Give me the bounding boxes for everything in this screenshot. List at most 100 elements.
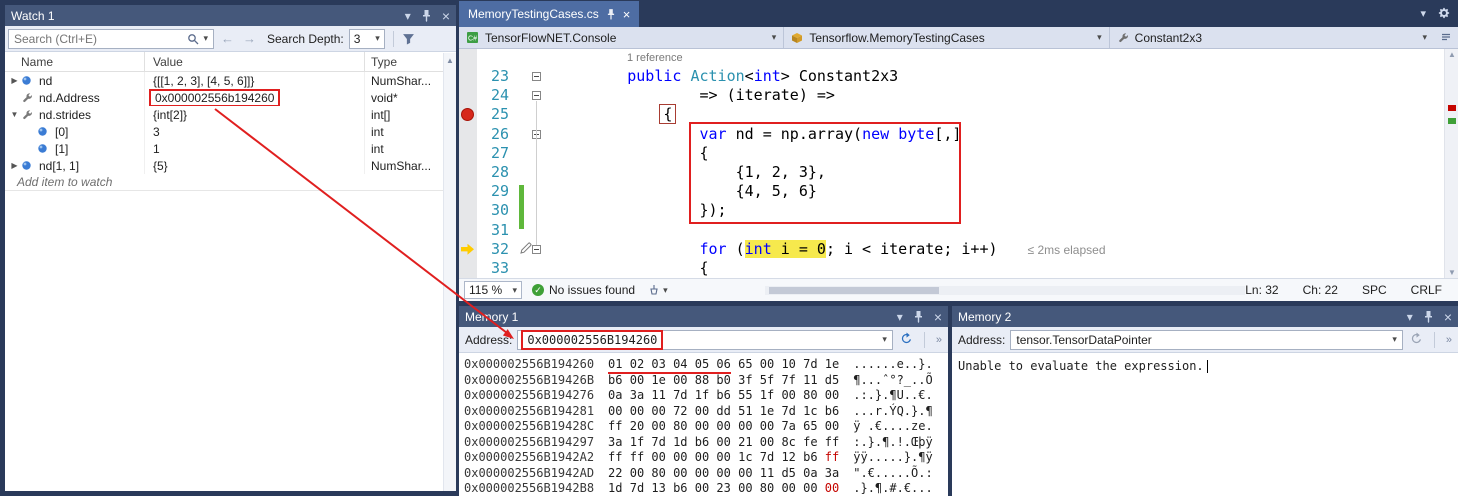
window-position-icon[interactable]: ▾ [405,10,411,22]
watch-name-cell[interactable]: nd.Address [5,89,145,106]
memory-hex-bytes[interactable]: b6 00 1e 00 88 b0 3f 5f 7f 11 d5 [608,373,839,387]
search-input[interactable]: Search (Ctrl+E) ▾ [8,29,214,49]
editor-vertical-scrollbar[interactable]: ▲ ▼ [1444,49,1458,278]
column-header-value[interactable]: Value [145,52,365,71]
outline-margin-row[interactable] [527,163,549,182]
watch-row[interactable]: ▶nd[1, 1]{5}NumShar... [5,157,456,174]
code-line[interactable]: for (int i = 0; i < iterate; i++)≤ 2ms e… [549,240,1444,259]
breakpoint-icon[interactable] [461,108,474,121]
glyph-margin-row[interactable] [459,240,477,259]
window-position-icon[interactable]: ▾ [1407,311,1413,323]
collapse-region-icon[interactable] [532,245,541,254]
zoom-select[interactable]: 115 % ▾ [464,281,522,299]
watch-value-cell[interactable]: 3 [145,123,365,140]
outline-margin-row[interactable] [527,105,549,124]
watch-scrollbar[interactable]: ▲ [443,53,456,491]
memory-row[interactable]: 0x000002556B19428Cff 20 00 80 00 00 00 0… [464,419,948,435]
glyph-margin-row[interactable] [459,86,477,105]
close-icon[interactable]: × [934,310,942,324]
watch-name-cell[interactable]: [0] [5,123,145,140]
memory-hex-bytes[interactable]: 1d 7d 13 b6 00 23 00 80 00 00 00 [608,481,839,495]
nav-project-select[interactable]: C# TensorFlowNET.Console ▾ [459,27,784,48]
glyph-margin-row[interactable] [459,259,477,278]
search-icon[interactable] [187,33,199,45]
memory1-content[interactable]: 0x000002556B19426001 02 03 04 05 06 65 0… [459,353,948,496]
outline-margin-row[interactable] [527,221,549,240]
pin-icon[interactable] [914,311,923,323]
column-header-name[interactable]: Name [5,52,145,71]
filter-icon[interactable] [402,32,415,45]
memory2-address-input[interactable]: tensor.TensorDataPointer ▾ [1010,330,1403,350]
toolbar-overflow-icon[interactable]: » [933,334,945,346]
memory-row[interactable]: 0x000002556B19426001 02 03 04 05 06 65 0… [464,357,948,373]
memory-hex-bytes[interactable]: 3a 1f 7d 1d b6 00 21 00 8c fe ff [608,435,839,449]
watch-value-cell[interactable]: {[[1, 2, 3], [4, 5, 6]]} [145,72,365,89]
watch-value-cell[interactable]: {5} [145,157,365,174]
gear-icon[interactable] [1438,7,1450,20]
memory2-titlebar[interactable]: Memory 2 ▾ × [952,306,1458,327]
watch-titlebar[interactable]: Watch 1 ▾ × [5,5,456,26]
code-line[interactable]: { [549,259,1444,278]
nav-end-icon[interactable] [1434,32,1458,44]
memory-hex-bytes[interactable]: 01 02 03 04 05 06 65 00 10 7d 1e [608,357,839,371]
collapsed-expander-icon[interactable]: ▶ [8,76,21,85]
watch-name-cell[interactable]: ▶nd[1, 1] [5,157,145,174]
memory2-content[interactable]: Unable to evaluate the expression. [952,353,1458,373]
outline-margin-row[interactable] [527,201,549,220]
tab-memorytestingcases[interactable]: MemoryTestingCases.cs × [459,1,639,27]
watch-add-row[interactable]: Add item to watch [5,174,456,191]
glyph-margin-row[interactable] [459,221,477,240]
code-line[interactable]: {1, 2, 3}, [549,163,1444,182]
collapse-region-icon[interactable] [532,91,541,100]
glyph-margin-row[interactable] [459,144,477,163]
outline-margin-row[interactable] [527,67,549,86]
glyph-margin-row[interactable] [459,67,477,86]
watch-name-cell[interactable]: [1] [5,140,145,157]
watch-value-cell[interactable]: 1 [145,140,365,157]
memory-row[interactable]: 0x000002556B1942760a 3a 11 7d 1f b6 55 1… [464,388,948,404]
chevron-down-icon[interactable]: ▾ [1392,334,1397,345]
watch-row[interactable]: [0]3int [5,123,456,140]
code-line[interactable]: => (iterate) => [549,86,1444,105]
toolbar-overflow-icon[interactable]: » [1443,334,1455,346]
code-line[interactable]: {4, 5, 6} [549,182,1444,201]
collapse-region-icon[interactable] [532,72,541,81]
glyph-margin-row[interactable] [459,105,477,124]
nav-member-select[interactable]: Constant2x3 ▾ [1110,27,1434,48]
memory-hex-bytes[interactable]: 00 00 00 72 00 dd 51 1e 7d 1c b6 [608,404,839,418]
refresh-icon[interactable] [1408,332,1426,348]
pin-icon[interactable] [422,10,431,22]
search-prev-icon[interactable]: ← [219,31,236,46]
expanded-expander-icon[interactable]: ▼ [8,110,21,119]
scrollbar-thumb[interactable] [769,287,939,294]
search-next-icon[interactable]: → [241,31,258,46]
code-cleanup-button[interactable]: ▾ [647,284,668,296]
code-line[interactable]: }); [549,201,1444,220]
refresh-icon[interactable] [898,332,916,348]
nav-class-select[interactable]: Tensorflow.MemoryTestingCases ▾ [784,27,1109,48]
glyph-margin-row[interactable] [459,163,477,182]
glyph-margin-row[interactable] [459,201,477,220]
watch-row[interactable]: nd.Address0x000002556b194260void* [5,89,456,106]
glyph-margin-row[interactable] [459,182,477,201]
editor-horizontal-scrollbar[interactable] [765,286,1245,295]
outline-margin-row[interactable] [527,144,549,163]
memory-hex-bytes[interactable]: ff ff 00 00 00 00 1c 7d 12 b6 ff [608,450,839,464]
memory-row[interactable]: 0x000002556B19426Bb6 00 1e 00 88 b0 3f 5… [464,373,948,389]
codelens-references[interactable]: 1 reference [549,49,1444,67]
memory-hex-bytes[interactable]: 0a 3a 11 7d 1f b6 55 1f 00 80 00 [608,388,839,402]
outline-margin-row[interactable] [527,125,549,144]
issues-indicator[interactable]: ✓ No issues found [532,283,635,297]
code-line[interactable]: var nd = np.array(new byte[,] [549,125,1444,144]
editor-body[interactable]: 2324252627282930313233 1 reference publi… [459,49,1458,278]
outline-margin-row[interactable] [527,259,549,278]
outline-margin-row[interactable] [527,86,549,105]
memory-row[interactable]: 0x000002556B1942B81d 7d 13 b6 00 23 00 8… [464,481,948,496]
tab-close-icon[interactable]: × [623,7,631,22]
watch-name-cell[interactable]: ▼nd.strides [5,106,145,123]
pin-icon[interactable] [1424,311,1433,323]
collapsed-expander-icon[interactable]: ▶ [8,161,21,170]
outline-margin-row[interactable] [527,182,549,201]
watch-row[interactable]: ▼nd.strides{int[2]}int[] [5,106,456,123]
code-area[interactable]: 1 reference public Action<int> Constant2… [549,49,1444,278]
